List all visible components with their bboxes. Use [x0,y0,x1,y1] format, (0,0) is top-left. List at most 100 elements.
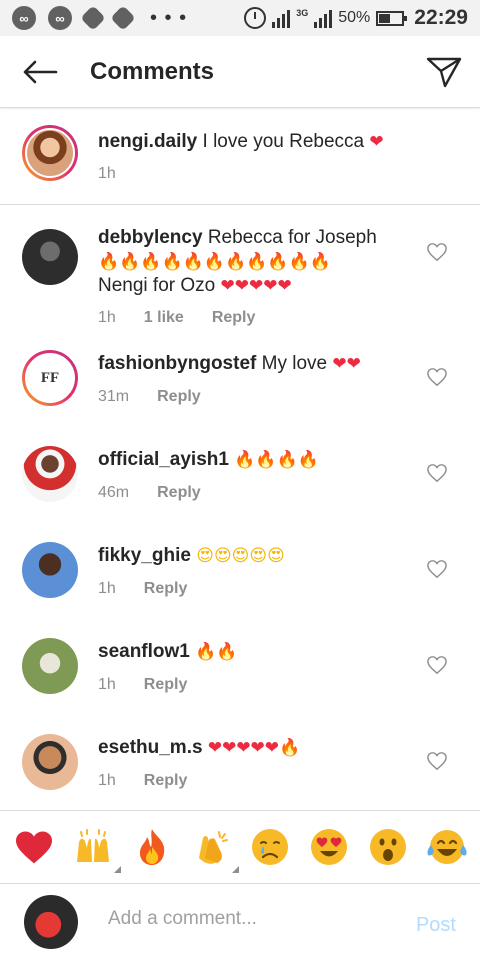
open-mouth-face-icon [369,829,406,865]
quick-emoji-bar [0,810,480,884]
comment-body: fashionbyngostef My love ❤❤ [98,352,422,376]
like-heart-icon[interactable] [426,367,448,387]
network-type: 3G [296,8,309,18]
like-heart-icon[interactable] [426,655,448,675]
raising-hands-emoji-button[interactable] [71,825,121,873]
comment-item: seanflow1 🔥🔥 1h Reply [0,638,480,734]
post-caption: nengi.daily I love you Rebecca ❤ 1h [0,108,480,205]
red-heart-icon [15,831,52,864]
fire-emoji: 🔥🔥🔥🔥 [234,450,319,470]
avatar[interactable] [22,125,78,181]
avatar[interactable] [22,446,78,502]
comment-meta: 46m Reply [98,484,201,502]
fire-emoji: 🔥🔥 [195,642,238,662]
comment-body: fikky_ghie 😍😍😍😍😍 [98,544,422,568]
like-heart-icon[interactable] [426,751,448,771]
comment-composer: Post [0,884,480,960]
username[interactable]: debbylency [98,227,203,248]
username[interactable]: seanflow1 [98,641,190,662]
heart-eyes-face-icon [310,829,347,865]
comment-input[interactable] [108,908,388,930]
diamond-app-icon [110,5,136,31]
timestamp: 1h [98,309,116,326]
avatar[interactable]: FF [22,350,78,406]
clapping-hands-emoji-button[interactable] [189,825,239,873]
comment-meta: 1h [98,165,116,183]
avatar[interactable] [22,542,78,598]
comment-item: official_ayish1 🔥🔥🔥🔥 46m Reply [0,446,480,542]
username[interactable]: fashionbyngostef [98,353,256,374]
fire-icon [139,829,164,865]
comment-item: debbylency Rebecca for Joseph 🔥🔥🔥🔥🔥🔥🔥🔥🔥🔥… [0,205,480,350]
comment-text: Rebecca for Joseph [207,227,377,248]
timestamp: 1h [98,676,116,693]
comments-list[interactable]: nengi.daily I love you Rebecca ❤ 1h debb… [0,108,480,810]
timestamp: 46m [98,484,130,501]
diamond-app-icon [80,5,106,31]
tears-of-joy-emoji-button[interactable] [425,825,469,869]
comment-body: debbylency Rebecca for Joseph 🔥🔥🔥🔥🔥🔥🔥🔥🔥🔥… [98,226,422,298]
post-button[interactable]: Post [416,914,456,937]
comment-item: FF fashionbyngostef My love ❤❤ 31m Reply [0,350,480,446]
top-app-bar: Comments [0,36,480,108]
red-heart-emoji-button[interactable] [12,825,56,869]
page-title: Comments [90,57,215,85]
reply-button[interactable]: Reply [144,676,188,694]
tears-of-joy-face-icon [426,830,467,864]
heart-eyes-emoji: 😍😍😍😍😍 [196,546,285,566]
open-mouth-emoji-button[interactable] [366,825,410,869]
crying-face-emoji-button[interactable] [248,825,292,869]
like-heart-icon[interactable] [426,242,448,262]
comment-meta: 1h Reply [98,676,187,694]
comment-text: My love [261,353,328,374]
like-heart-icon[interactable] [426,463,448,483]
crying-face-icon [251,829,288,865]
comment-item: fikky_ghie 😍😍😍😍😍 1h Reply [0,542,480,638]
fashion-logo-icon: FF [25,353,75,403]
arrow-left-icon [23,60,58,83]
signal-icon [314,8,333,28]
share-button[interactable] [424,54,464,90]
reply-button[interactable]: Reply [157,484,201,502]
battery-icon [376,10,408,26]
avatar[interactable] [22,734,78,790]
username[interactable]: esethu_m.s [98,737,203,758]
clapping-hands-icon [198,831,228,864]
red-heart-emoji: ❤❤ [332,354,361,374]
comment-body: esethu_m.s ❤❤❤❤❤🔥 [98,736,422,760]
comment-meta: 31m Reply [98,388,201,406]
raising-hands-icon [76,829,109,862]
heart-eyes-emoji-button[interactable] [307,825,351,869]
fire-emoji: 🔥 [279,738,301,758]
reply-button[interactable]: Reply [212,309,256,327]
likes-count[interactable]: 1 like [144,309,184,327]
comment-body: seanflow1 🔥🔥 [98,640,422,664]
comment-meta: 1h 1 like Reply [98,309,255,327]
fire-emoji: 🔥🔥🔥🔥🔥🔥🔥🔥🔥🔥🔥 [98,252,331,272]
reply-button[interactable]: Reply [157,388,201,406]
avatar[interactable] [22,229,78,285]
signal-icon [272,8,291,28]
username[interactable]: fikky_ghie [98,545,191,566]
red-heart-emoji: ❤❤❤❤❤ [207,738,280,758]
avatar[interactable] [22,638,78,694]
timestamp: 31m [98,388,130,405]
comment-item: esethu_m.s ❤❤❤❤❤🔥 1h Reply [0,734,480,810]
alarm-icon [244,7,267,29]
username[interactable]: official_ayish1 [98,449,229,470]
status-bar: ∞ ∞ • • • 3G 50% 22:29 [0,0,480,36]
like-heart-icon[interactable] [426,559,448,579]
fire-emoji-button[interactable] [130,825,174,869]
clock: 22:29 [414,6,468,29]
comment-text: I love you Rebecca [202,131,365,152]
comment-body: official_ayish1 🔥🔥🔥🔥 [98,448,422,472]
comment-meta: 1h Reply [98,772,187,790]
my-avatar [24,895,78,949]
back-button[interactable] [0,36,80,108]
username[interactable]: nengi.daily [98,131,197,152]
red-heart-emoji: ❤ [369,132,384,152]
red-heart-emoji: ❤❤❤❤❤ [220,276,292,296]
reply-button[interactable]: Reply [144,580,188,598]
battery-percent: 50% [338,9,371,26]
reply-button[interactable]: Reply [144,772,188,790]
